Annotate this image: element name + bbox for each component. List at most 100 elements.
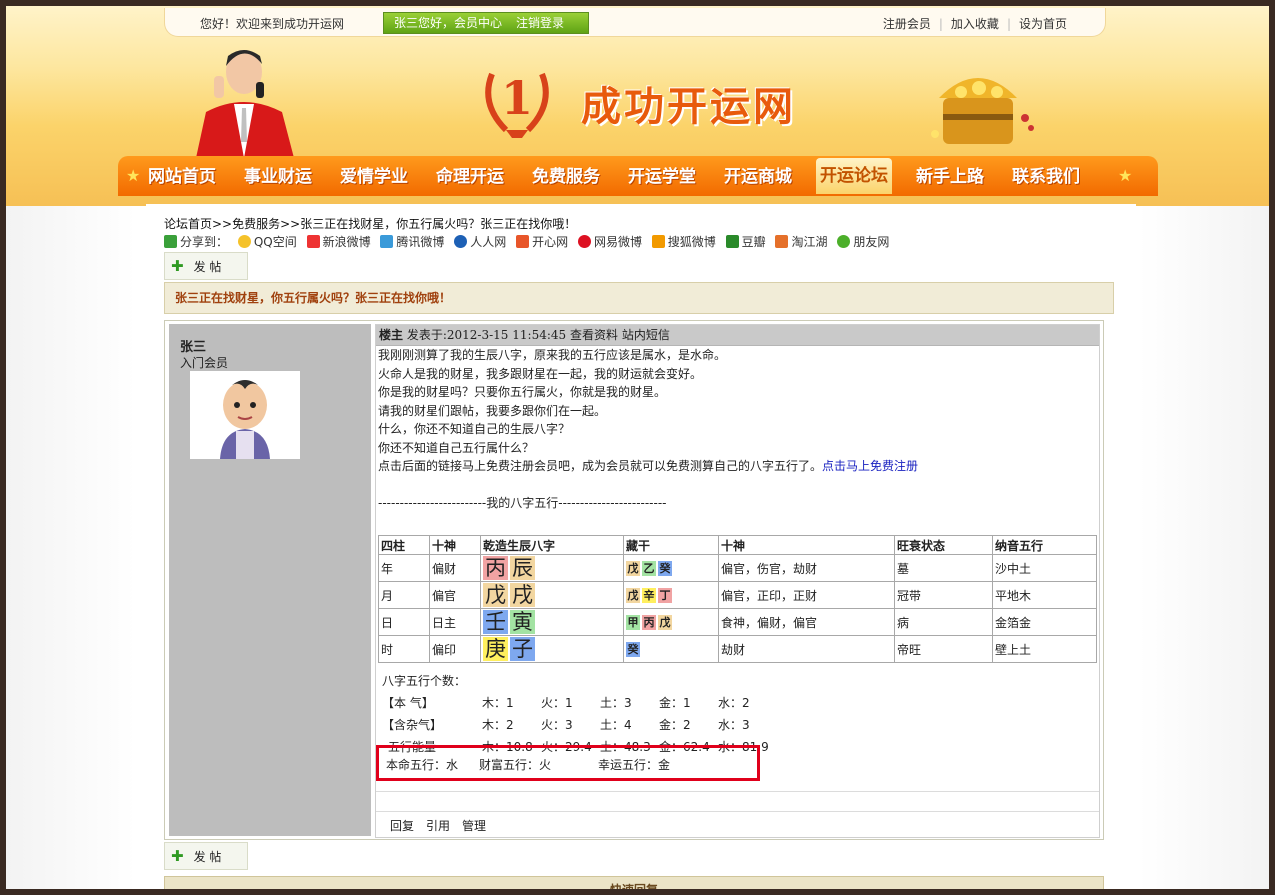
branch-char: 寅	[510, 610, 535, 634]
logo-number: 1	[501, 71, 533, 125]
bazi-table: 四柱 十神 乾造生辰八字 藏干 十神 旺衰状态 纳音五行 年 偏财 丙辰 戊乙癸…	[378, 535, 1097, 663]
nav-item-love[interactable]: 爱情学业	[340, 162, 408, 192]
bazi-cell: 戊戌	[480, 581, 624, 609]
quote-link[interactable]: 引用	[426, 819, 450, 833]
share-tencent[interactable]: 腾讯微博	[396, 235, 444, 249]
divider	[376, 791, 1099, 792]
table-row: 年 偏财 丙辰 戊乙癸 偏官，伤官，劫财 墓 沙中土	[378, 554, 1097, 582]
share-taojianghu[interactable]: 淘江湖	[791, 235, 827, 249]
post-line: 我刚刚测算了我的生辰八字，原来我的五行应该是属水，是水命。	[378, 348, 727, 362]
bazi-cell: 壬寅	[480, 608, 624, 636]
god-cell: 日主	[429, 608, 481, 636]
nayin-cell: 沙中土	[992, 554, 1097, 582]
register-free-link[interactable]: 点击马上免费注册	[822, 459, 918, 473]
tencent-weibo-icon[interactable]	[380, 235, 394, 248]
new-post-button-bottom[interactable]: ✚ 发 帖	[164, 842, 248, 870]
bazi-cell: 丙辰	[480, 554, 624, 582]
sohu-weibo-icon[interactable]	[651, 235, 665, 248]
homepage-link[interactable]: 设为首页	[1011, 17, 1075, 31]
pillar-cell: 月	[378, 581, 430, 609]
avatar[interactable]	[190, 371, 300, 459]
netease-weibo-icon[interactable]	[577, 235, 591, 248]
nav-item-free[interactable]: 免费服务	[532, 162, 600, 192]
douban-icon[interactable]	[725, 235, 739, 248]
hidden-cell: 戊乙癸	[623, 554, 719, 582]
share-renren[interactable]: 人人网	[470, 235, 506, 249]
share-kaixin[interactable]: 开心网	[532, 235, 568, 249]
welcome-text: 您好！欢迎来到成功开运网	[200, 17, 345, 31]
col-header: 十神	[429, 535, 481, 555]
stem-char: 丙	[483, 556, 508, 580]
share-qzone[interactable]: QQ空间	[254, 235, 297, 249]
hidden-cell: 癸	[623, 635, 719, 663]
nayin-cell: 壁上土	[992, 635, 1097, 663]
breadcrumb[interactable]: 论坛首页>>免费服务>>张三正在找财星，你五行属火吗？张三正在找你哦！	[164, 215, 576, 232]
share-netease[interactable]: 网易微博	[594, 235, 642, 249]
share-sina[interactable]: 新浪微博	[323, 235, 371, 249]
branch-char: 子	[510, 637, 535, 661]
life-element: 本命五行：水	[386, 758, 459, 772]
branch-char: 戌	[510, 583, 535, 607]
hidden-gods-cell: 偏官，伤官，劫财	[718, 554, 895, 582]
plus-icon: ✚	[171, 847, 184, 865]
manage-link[interactable]: 管理	[462, 819, 486, 833]
logo-laurel-icon: 1	[485, 71, 549, 138]
new-post-label: 发 帖	[193, 850, 222, 864]
hidden-stem: 丁	[658, 587, 672, 603]
treasure-chest-icon	[931, 78, 1034, 144]
nav-item-career[interactable]: 事业财运	[244, 162, 312, 192]
post-line: 请我的财星们跟帖，我要多跟你们在一起。	[378, 403, 607, 418]
sina-weibo-icon[interactable]	[306, 235, 320, 248]
hidden-stem: 辛	[642, 587, 656, 603]
nav-item-fortune[interactable]: 命理开运	[436, 162, 504, 192]
col-header: 乾造生辰八字	[480, 535, 624, 555]
taojianghu-icon[interactable]	[775, 235, 789, 248]
share-pengyou[interactable]: 朋友网	[853, 235, 889, 249]
site-banner: 1 成功开运网	[126, 36, 1146, 158]
author-name[interactable]: 张三	[180, 336, 206, 355]
nav-item-contact[interactable]: 联系我们	[1012, 162, 1080, 192]
share-douban[interactable]: 豆瓣	[742, 235, 766, 249]
share-sohu[interactable]: 搜狐微博	[668, 235, 716, 249]
kaixin-icon[interactable]	[516, 235, 530, 248]
nav-item-home[interactable]: 网站首页	[148, 162, 216, 192]
post-header: 楼主 发表于:2012-3-15 11:54:45 查看资料 站内短信	[376, 325, 1099, 346]
nav-item-school[interactable]: 开运学堂	[628, 162, 696, 192]
post-body: 我刚刚测算了我的生辰八字，原来我的五行应该是属水，是水命。 火命人是我的财星，我…	[376, 346, 1099, 512]
bazi-cell: 庚子	[480, 635, 624, 663]
nav-item-newbie[interactable]: 新手上路	[916, 162, 984, 192]
view-profile-link[interactable]: 查看资料	[570, 328, 618, 342]
table-header-row: 四柱 十神 乾造生辰八字 藏干 十神 旺衰状态 纳音五行	[378, 535, 1097, 555]
pengyou-icon[interactable]	[837, 235, 851, 248]
hidden-stem: 癸	[626, 641, 640, 657]
wealth-element: 财富五行：火	[479, 758, 552, 772]
pillar-cell: 年	[378, 554, 430, 582]
stem-char: 戊	[483, 583, 508, 607]
new-post-button[interactable]: ✚ 发 帖	[164, 252, 248, 280]
col-header: 四柱	[378, 535, 430, 555]
god-cell: 偏官	[429, 581, 481, 609]
state-cell: 病	[894, 608, 993, 636]
register-link[interactable]: 注册会员	[875, 17, 939, 31]
send-message-link[interactable]: 站内短信	[622, 328, 670, 342]
hidden-gods-cell: 劫财	[718, 635, 895, 663]
nayin-cell: 平地木	[992, 581, 1097, 609]
count-value: 水：3	[718, 718, 750, 732]
renren-icon[interactable]	[454, 235, 468, 248]
reply-link[interactable]: 回复	[390, 819, 414, 833]
divider	[376, 811, 1099, 812]
counts-label: 【含杂气】	[382, 718, 443, 732]
bookmark-link[interactable]: 加入收藏	[943, 17, 1007, 31]
hidden-gods-cell: 偏官，正印，正财	[718, 581, 895, 609]
post-actions: 回复 引用 管理	[390, 817, 498, 834]
nav-item-shop[interactable]: 开运商城	[724, 162, 792, 192]
quick-reply-bar[interactable]: 快速回复	[164, 876, 1104, 889]
cta-text: 点击后面的链接马上免费注册会员吧，成为会员就可以免费测算自己的八字五行了。	[378, 459, 823, 473]
logout-link[interactable]: 注销登录	[516, 16, 564, 30]
count-value: 火：1	[541, 696, 573, 710]
hidden-cell: 甲丙戊	[623, 608, 719, 636]
col-header: 旺衰状态	[894, 535, 993, 555]
qzone-icon[interactable]	[237, 235, 251, 248]
nav-item-forum[interactable]: 开运论坛	[816, 158, 892, 194]
member-center-link[interactable]: 张三您好，会员中心	[394, 16, 502, 30]
